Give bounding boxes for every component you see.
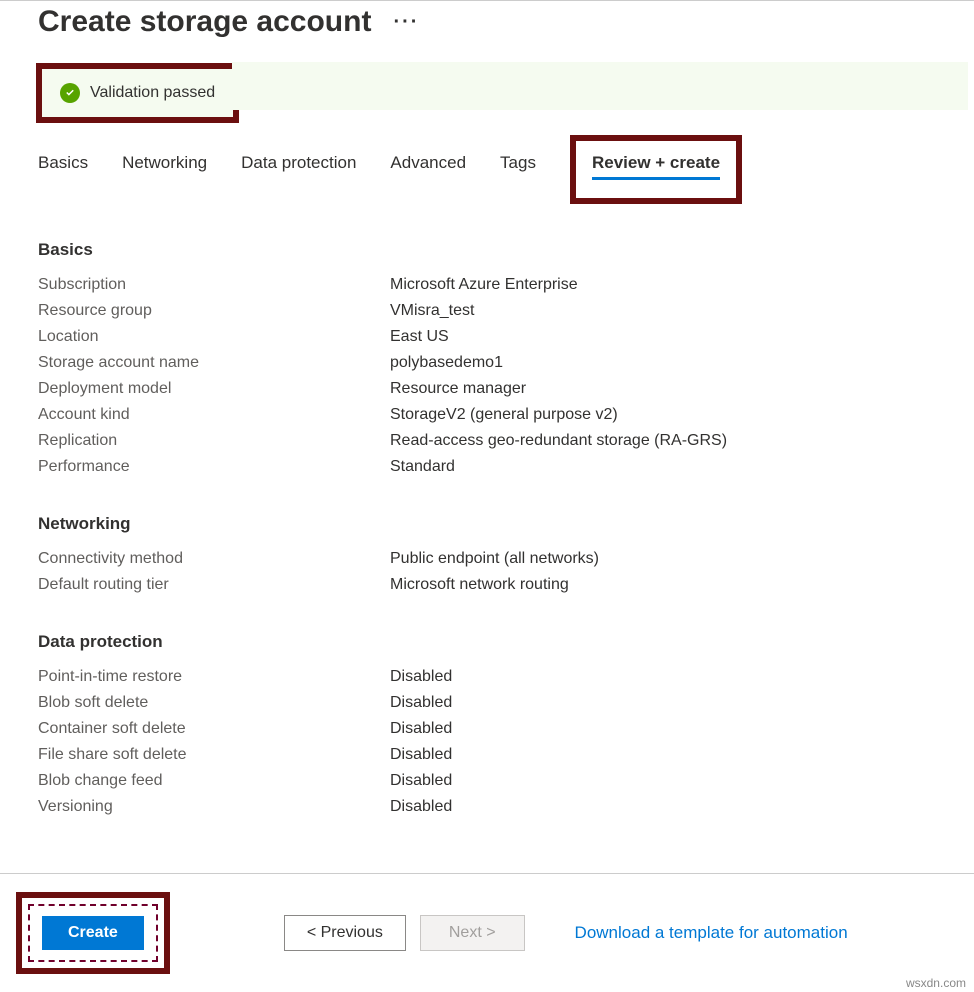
previous-button[interactable]: < Previous [284,915,406,951]
row-blob-soft-delete: Blob soft delete Disabled [38,690,974,716]
row-point-in-time-restore: Point-in-time restore Disabled [38,664,974,690]
page-title: Create storage account ··· [0,1,974,47]
value-storage-account-name: polybasedemo1 [390,354,503,372]
tab-basics[interactable]: Basics [38,149,88,198]
label-default-routing-tier: Default routing tier [38,576,390,594]
row-container-soft-delete: Container soft delete Disabled [38,716,974,742]
section-title-data-protection: Data protection [38,632,974,652]
value-replication: Read-access geo-redundant storage (RA-GR… [390,432,727,450]
row-connectivity-method: Connectivity method Public endpoint (all… [38,546,974,572]
value-deployment-model: Resource manager [390,380,526,398]
tab-data-protection[interactable]: Data protection [241,149,356,198]
value-versioning: Disabled [390,798,452,816]
row-blob-change-feed: Blob change feed Disabled [38,768,974,794]
create-dashed-box: Create [28,904,158,962]
label-location: Location [38,328,390,346]
label-performance: Performance [38,458,390,476]
value-file-share-soft-delete: Disabled [390,746,452,764]
value-default-routing-tier: Microsoft network routing [390,576,569,594]
row-location: Location East US [38,324,974,350]
section-title-networking: Networking [38,514,974,534]
label-replication: Replication [38,432,390,450]
tab-bar: Basics Networking Data protection Advanc… [0,133,974,198]
footer-bar: Create < Previous Next > Download a temp… [0,873,974,992]
download-template-link[interactable]: Download a template for automation [575,923,848,943]
section-title-basics: Basics [38,240,974,260]
label-file-share-soft-delete: File share soft delete [38,746,390,764]
label-storage-account-name: Storage account name [38,354,390,372]
validation-banner: Validation passed [36,63,239,123]
label-container-soft-delete: Container soft delete [38,720,390,738]
row-default-routing-tier: Default routing tier Microsoft network r… [38,572,974,598]
validation-banner-bg [232,62,968,110]
tab-advanced[interactable]: Advanced [390,149,466,198]
success-check-icon [60,83,80,103]
value-point-in-time-restore: Disabled [390,668,452,686]
value-blob-change-feed: Disabled [390,772,452,790]
page-title-text: Create storage account [38,5,371,39]
value-connectivity-method: Public endpoint (all networks) [390,550,599,568]
value-performance: Standard [390,458,455,476]
review-content: Basics Subscription Microsoft Azure Ente… [0,198,974,820]
label-point-in-time-restore: Point-in-time restore [38,668,390,686]
row-versioning: Versioning Disabled [38,794,974,820]
label-versioning: Versioning [38,798,390,816]
watermark-text: wsxdn.com [906,976,966,990]
create-button[interactable]: Create [42,916,144,950]
row-file-share-soft-delete: File share soft delete Disabled [38,742,974,768]
value-location: East US [390,328,449,346]
tab-tags[interactable]: Tags [500,149,536,198]
create-highlight-box: Create [16,892,170,974]
label-deployment-model: Deployment model [38,380,390,398]
tab-review-create-highlight: Review + create [570,135,742,204]
row-replication: Replication Read-access geo-redundant st… [38,428,974,454]
row-subscription: Subscription Microsoft Azure Enterprise [38,272,974,298]
value-blob-soft-delete: Disabled [390,694,452,712]
label-blob-change-feed: Blob change feed [38,772,390,790]
more-options-button[interactable]: ··· [393,11,419,34]
row-storage-account-name: Storage account name polybasedemo1 [38,350,974,376]
next-button: Next > [420,915,525,951]
row-performance: Performance Standard [38,454,974,480]
validation-text: Validation passed [90,84,215,102]
row-account-kind: Account kind StorageV2 (general purpose … [38,402,974,428]
value-resource-group: VMisra_test [390,302,474,320]
row-deployment-model: Deployment model Resource manager [38,376,974,402]
label-resource-group: Resource group [38,302,390,320]
value-subscription: Microsoft Azure Enterprise [390,276,578,294]
row-resource-group: Resource group VMisra_test [38,298,974,324]
value-container-soft-delete: Disabled [390,720,452,738]
value-account-kind: StorageV2 (general purpose v2) [390,406,618,424]
tab-review-create[interactable]: Review + create [592,153,720,180]
label-subscription: Subscription [38,276,390,294]
label-account-kind: Account kind [38,406,390,424]
label-connectivity-method: Connectivity method [38,550,390,568]
label-blob-soft-delete: Blob soft delete [38,694,390,712]
tab-networking[interactable]: Networking [122,149,207,198]
